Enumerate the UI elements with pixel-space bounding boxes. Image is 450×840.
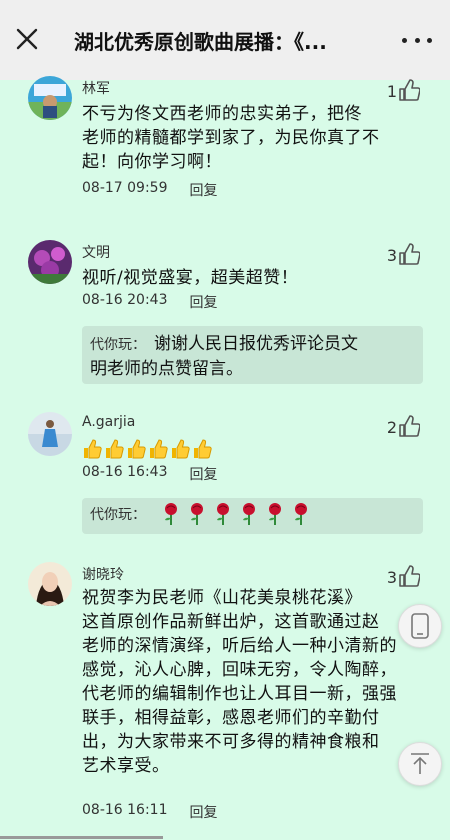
- author-reply-name: 代你玩：: [90, 337, 146, 353]
- comment-time: 08-16 16:43: [82, 464, 168, 480]
- author-reply-box: 代你玩：: [82, 498, 423, 534]
- reply-button[interactable]: 回复: [189, 464, 217, 484]
- commenter-name[interactable]: 谢晓玲: [82, 564, 124, 584]
- author-reply-text: 谢谢人民日报优秀评论员文: [154, 334, 358, 354]
- like-button[interactable]: 1: [387, 78, 420, 102]
- comment-time: 08-16 20:43: [82, 292, 168, 308]
- thumbs-up-emoji-icon: [84, 439, 102, 459]
- rose-icon: [243, 503, 256, 525]
- thumbs-up-icon: [399, 79, 420, 101]
- like-button[interactable]: 3: [387, 242, 420, 266]
- close-icon[interactable]: [14, 26, 40, 52]
- avatar[interactable]: [28, 76, 72, 120]
- arrow-up-icon: [411, 753, 429, 774]
- comment-emoji-row: [82, 438, 427, 467]
- reply-button[interactable]: 回复: [189, 180, 217, 200]
- page-title: 湖北优秀原创歌曲展播：《...: [74, 30, 327, 54]
- comment-time: 08-16 16:11: [82, 802, 168, 818]
- like-count: 3: [386, 568, 397, 587]
- author-reply-name: 代你玩：: [90, 507, 146, 523]
- scroll-indicator: [0, 836, 163, 839]
- thumbs-up-icon: [399, 243, 420, 265]
- commenter-name[interactable]: 文明: [82, 242, 110, 262]
- thumbs-up-emoji-icon: [150, 439, 168, 459]
- rose-icon: [217, 503, 230, 525]
- author-reply-box: 代你玩： 谢谢人民日报优秀评论员文 明老师的点赞留言。: [82, 326, 423, 384]
- avatar[interactable]: [28, 562, 72, 606]
- like-count: 2: [386, 418, 397, 437]
- thumbs-up-emoji-icon: [128, 439, 146, 459]
- thumbs-up-emoji-icon: [106, 439, 124, 459]
- like-button[interactable]: 3: [387, 564, 420, 588]
- avatar[interactable]: [28, 412, 72, 456]
- roses-row: [161, 502, 311, 526]
- comment-text: 不亏为佟文西老师的忠实弟子，把佟 老师的精髓都学到家了，为民你真了不 起！向你学…: [82, 104, 380, 172]
- comment-text: 祝贺李为民老师《山花美泉桃花溪》 这首原创作品新鲜出炉，这首歌通过赵 老师的深情…: [82, 588, 397, 776]
- rose-icon: [295, 503, 308, 525]
- reply-button[interactable]: 回复: [189, 292, 217, 312]
- commenter-name[interactable]: A.garjia: [82, 414, 135, 430]
- floating-phone-button[interactable]: [398, 604, 442, 648]
- thumbs-up-icon: [399, 565, 420, 587]
- rose-icon: [269, 503, 282, 525]
- more-options-icon[interactable]: [402, 36, 432, 44]
- reply-button[interactable]: 回复: [189, 802, 217, 822]
- thumbs-up-emoji-icon: [172, 439, 190, 459]
- rose-icon: [165, 503, 178, 525]
- comment-meta: 08-16 16:11 回复: [82, 802, 217, 822]
- thumbs-up-icon: [399, 415, 420, 437]
- thumbs-up-emoji-icon: [194, 439, 212, 459]
- rose-icon: [191, 503, 204, 525]
- commenter-name[interactable]: 林军: [82, 78, 110, 98]
- back-to-top-button[interactable]: [398, 742, 442, 786]
- top-bar: 湖北优秀原创歌曲展播：《...: [0, 0, 450, 80]
- comment-meta: 08-17 09:59 回复: [82, 180, 217, 200]
- comment-meta: 08-16 20:43 回复: [82, 292, 217, 312]
- phone-icon: [411, 613, 429, 639]
- like-count: 3: [386, 246, 397, 265]
- like-count: 1: [386, 82, 397, 101]
- like-button[interactable]: 2: [387, 414, 420, 438]
- author-reply-text-cont: 明老师的点赞留言。: [90, 359, 243, 379]
- comment-time: 08-17 09:59: [82, 180, 168, 196]
- comment-text: 视听/视觉盛宴，超美超赞！: [82, 268, 299, 288]
- avatar[interactable]: [28, 240, 72, 284]
- comment-meta: 08-16 16:43 回复: [82, 464, 217, 484]
